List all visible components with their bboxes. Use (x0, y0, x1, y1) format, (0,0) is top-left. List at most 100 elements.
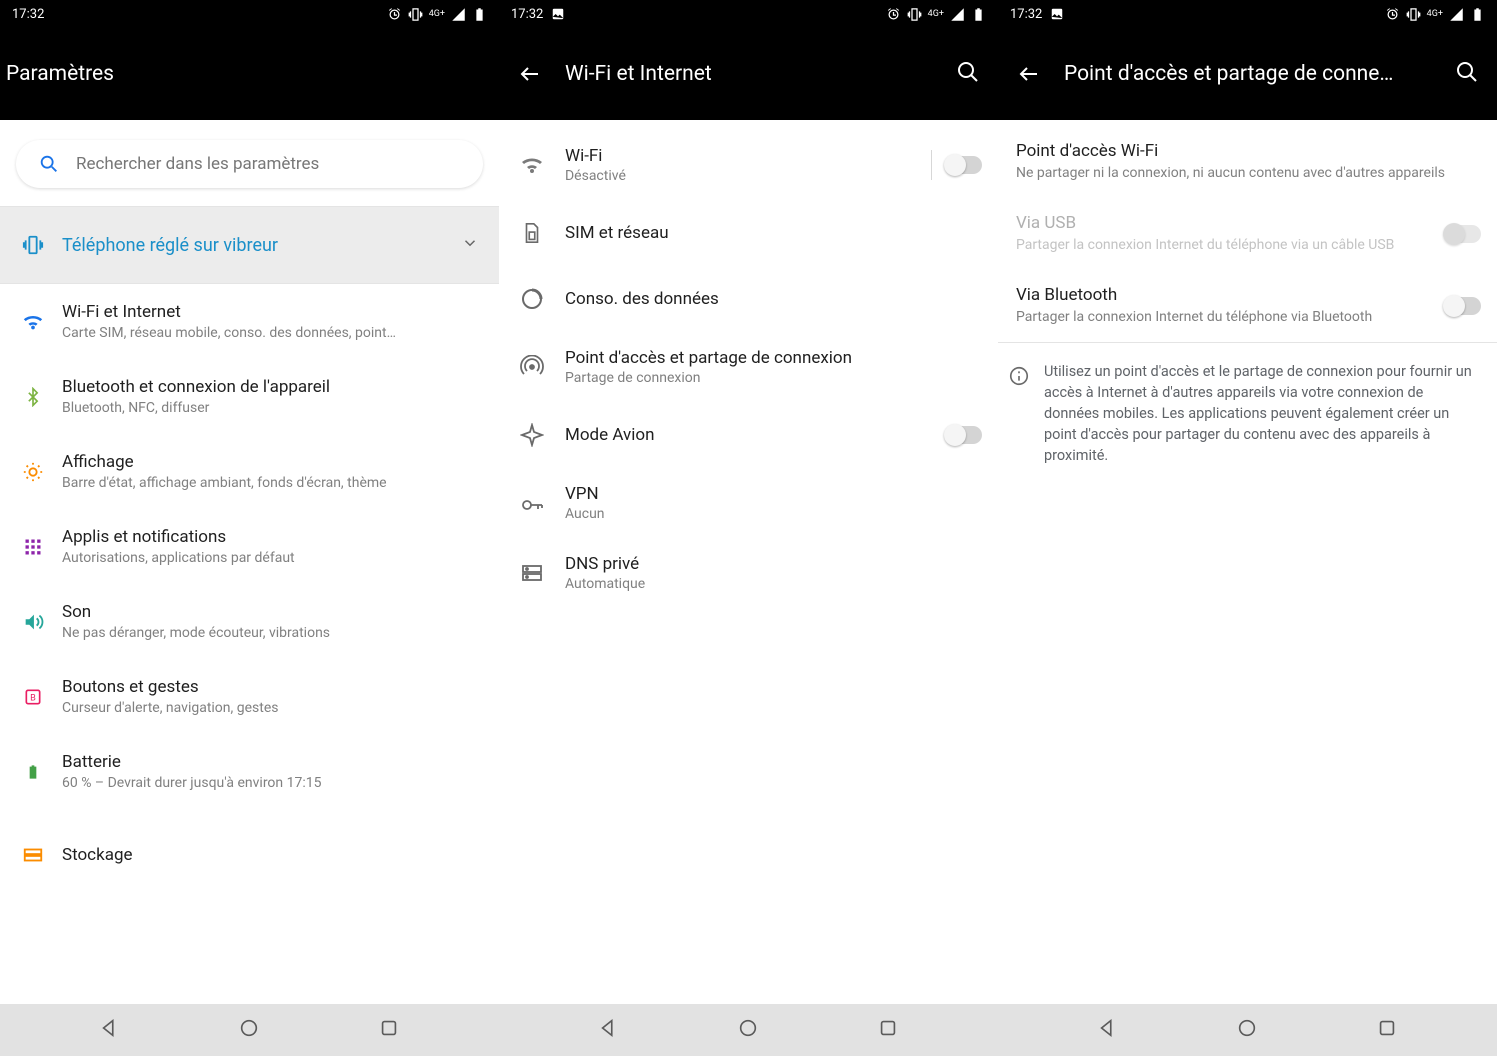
wifi-toggle[interactable] (946, 156, 982, 174)
nav-recents-button[interactable] (378, 1017, 400, 1043)
airplane-item[interactable]: Mode Avion (499, 402, 998, 468)
settings-item-battery[interactable]: Batterie60 % – Devrait durer jusqu'à env… (0, 734, 499, 809)
status-time: 17:32 (12, 7, 44, 22)
item-label: Point d'accès Wi-Fi (1016, 141, 1481, 161)
vpn-item[interactable]: VPN Aucun (499, 468, 998, 538)
item-sub: Ne partager ni la connexion, ni aucun co… (1016, 164, 1481, 183)
volume-icon (22, 611, 44, 633)
ringer-mode-row[interactable]: Téléphone réglé sur vibreur (0, 206, 499, 284)
header: Wi-Fi et Internet (499, 28, 998, 120)
data-usage-icon (520, 287, 544, 311)
page-title: Paramètres (6, 62, 114, 86)
item-label: Boutons et gestes (62, 677, 479, 697)
battery-icon (25, 761, 41, 783)
info-icon (1008, 365, 1030, 387)
signal-icon (1449, 7, 1464, 22)
battery-icon (1470, 7, 1485, 22)
item-label: Via USB (1016, 213, 1431, 233)
signal-icon (950, 7, 965, 22)
settings-item-storage[interactable]: Stockage (0, 809, 499, 884)
status-icons: 4G+ (886, 7, 986, 22)
airplane-toggle[interactable] (946, 426, 982, 444)
search-settings[interactable]: Rechercher dans les paramètres (16, 140, 483, 188)
battery-icon (971, 7, 986, 22)
settings-item-sound[interactable]: Son Ne pas déranger, mode écouteur, vibra… (0, 584, 499, 659)
android-nav-bar (0, 1004, 1497, 1056)
search-button[interactable] (956, 60, 980, 88)
status-time: 17:32 (511, 7, 543, 22)
nav-recents-button[interactable] (1376, 1017, 1398, 1043)
item-label: Bluetooth et connexion de l'appareil (62, 377, 479, 397)
bt-tether-toggle[interactable] (1445, 297, 1481, 315)
sim-item[interactable]: SIM et réseau (499, 200, 998, 266)
divider (931, 150, 932, 180)
item-label: DNS privé (565, 554, 982, 574)
alarm-icon (1385, 7, 1400, 22)
header: Point d'accès et partage de conne… (998, 28, 1497, 120)
item-sub: Partager la connexion Internet du téléph… (1016, 308, 1431, 327)
settings-item-apps[interactable]: Applis et notifications Autorisations, ap… (0, 509, 499, 584)
search-button[interactable] (1455, 60, 1479, 88)
item-label: VPN (565, 484, 982, 504)
svg-text:B: B (30, 693, 36, 703)
settings-item-wifi-internet[interactable]: Wi-Fi et Internet Carte SIM, réseau mobil… (0, 284, 499, 359)
back-button[interactable] (1016, 61, 1042, 87)
search-icon (38, 153, 60, 175)
search-placeholder: Rechercher dans les paramètres (76, 154, 319, 174)
hotspot-wifi-item[interactable]: Point d'accès Wi-Fi Ne partager ni la con… (998, 126, 1497, 198)
dns-item[interactable]: DNS privéAutomatique (499, 538, 998, 608)
hotspot-item[interactable]: Point d'accès et partage de connexion Par… (499, 332, 998, 402)
settings-item-bluetooth[interactable]: Bluetooth et connexion de l'appareil Blue… (0, 359, 499, 434)
nav-home-button[interactable] (238, 1017, 260, 1043)
item-label: Son (62, 602, 479, 622)
wifi-item[interactable]: Wi-FiDésactivé (499, 130, 998, 200)
network-type-icon: 4G+ (928, 9, 944, 19)
back-button[interactable] (517, 61, 543, 87)
item-sub: Partage de connexion (565, 370, 982, 386)
item-sub: Autorisations, applications par défaut (62, 550, 479, 566)
airplane-icon (520, 423, 544, 447)
battery-icon (472, 7, 487, 22)
chevron-down-icon (461, 234, 479, 256)
vibrate-icon (1406, 7, 1421, 22)
nav-back-button[interactable] (598, 1017, 620, 1043)
hotspot-icon (520, 355, 544, 379)
page-title: Wi-Fi et Internet (565, 62, 712, 86)
info-text: Utilisez un point d'accès et le partage … (1044, 361, 1477, 466)
status-icons: 4G+ (1385, 7, 1485, 22)
item-sub: Carte SIM, réseau mobile, conso. des don… (62, 325, 479, 341)
bt-tether-item[interactable]: Via BluetoothPartager la connexion Inter… (998, 270, 1497, 342)
screen-wifi-internet: 17:32 4G+ Wi-Fi et Internet Wi-FiDésacti… (499, 0, 998, 1004)
info-note: Utilisez un point d'accès et le partage … (998, 342, 1497, 484)
screen-hotspot-tethering: 17:32 4G+ Point d'accès et partage de co… (998, 0, 1497, 1004)
data-usage-item[interactable]: Conso. des données (499, 266, 998, 332)
item-label: Applis et notifications (62, 527, 479, 547)
item-label: Wi-Fi (565, 146, 927, 166)
vibrate-icon (408, 7, 423, 22)
nav-back-button[interactable] (1097, 1017, 1119, 1043)
nav-home-button[interactable] (737, 1017, 759, 1043)
item-sub: Curseur d'alerte, navigation, gestes (62, 700, 479, 716)
item-label: Point d'accès et partage de connexion (565, 348, 982, 368)
vibrate-icon (907, 7, 922, 22)
vpn-key-icon (520, 491, 544, 515)
nav-recents-button[interactable] (877, 1017, 899, 1043)
item-sub: Ne pas déranger, mode écouteur, vibratio… (62, 625, 479, 641)
alarm-icon (387, 7, 402, 22)
settings-item-buttons[interactable]: B Boutons et gestes Curseur d'alerte, nav… (0, 659, 499, 734)
settings-item-display[interactable]: AffichageBarre d'état, affichage ambiant… (0, 434, 499, 509)
item-sub: Partager la connexion Internet du téléph… (1016, 236, 1431, 255)
item-label: Wi-Fi et Internet (62, 302, 479, 322)
nav-back-button[interactable] (99, 1017, 121, 1043)
item-sub: Aucun (565, 506, 982, 522)
item-sub: Bluetooth, NFC, diffuser (62, 400, 479, 416)
bluetooth-icon (23, 387, 43, 407)
nav-home-button[interactable] (1236, 1017, 1258, 1043)
sim-icon (521, 222, 543, 244)
page-title: Point d'accès et partage de conne… (1064, 62, 1394, 86)
dns-icon (520, 561, 544, 585)
picture-icon (551, 7, 565, 21)
item-label: Affichage (62, 452, 479, 472)
status-bar: 17:32 4G+ (0, 0, 499, 28)
item-label: SIM et réseau (565, 223, 982, 243)
